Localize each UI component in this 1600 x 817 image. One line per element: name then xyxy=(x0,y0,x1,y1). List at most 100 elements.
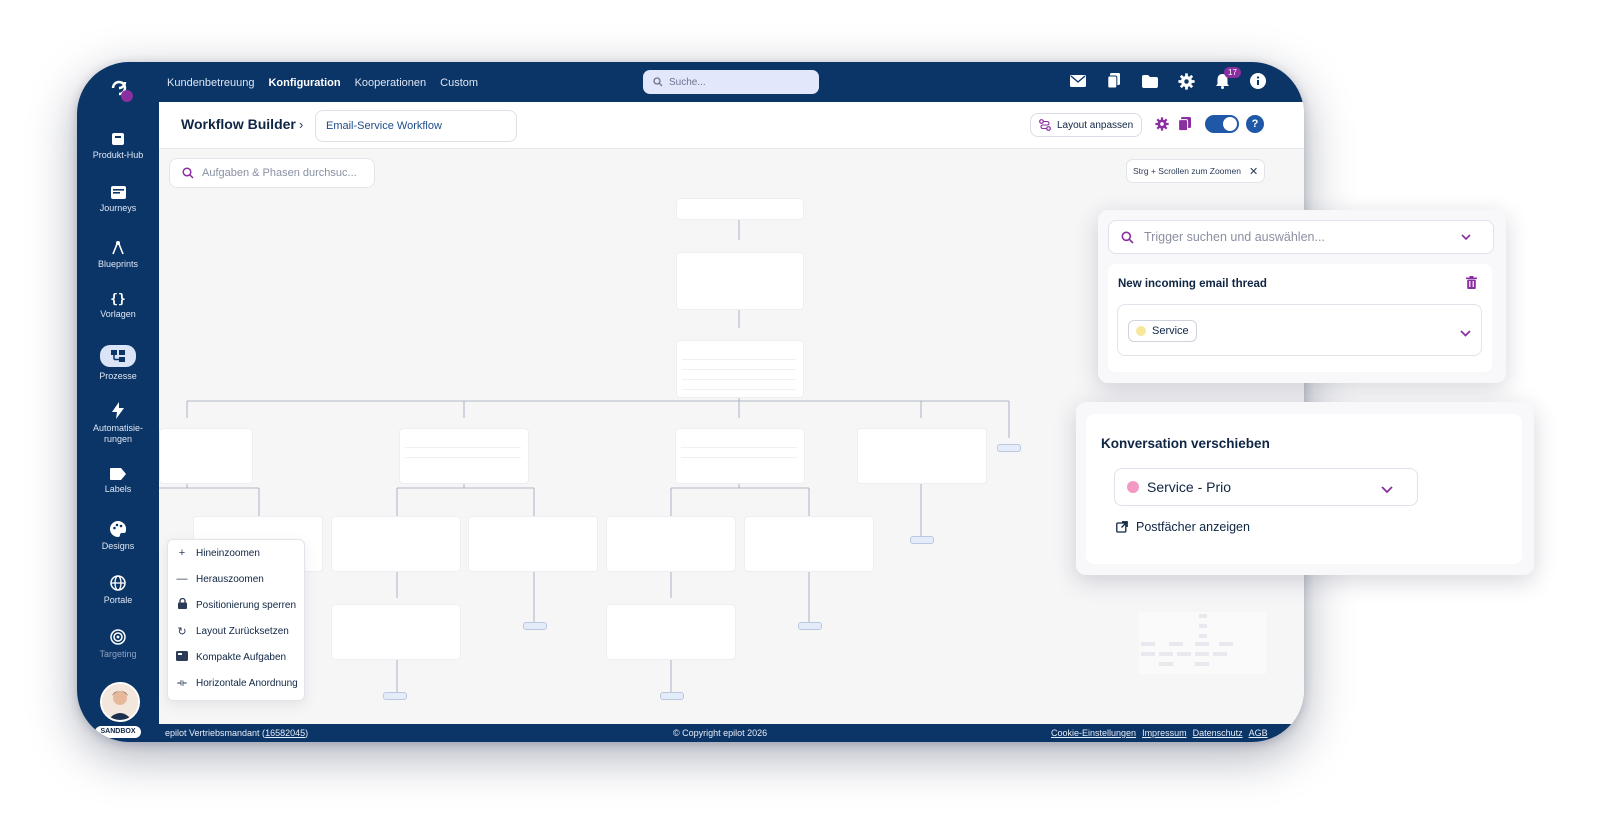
workflow-settings-icon[interactable] xyxy=(1155,117,1169,136)
zoom-hint-text: Strg + Scrollen zum Zoomen xyxy=(1133,166,1241,176)
workflow-active-toggle[interactable] xyxy=(1205,115,1239,133)
target-icon xyxy=(77,629,159,645)
palette-icon xyxy=(77,521,159,537)
label-icon xyxy=(77,468,159,480)
braces-icon: {} xyxy=(110,292,126,307)
sidebar-item-vorlagen[interactable]: {} Vorlagen xyxy=(77,292,159,320)
minus-icon: — xyxy=(176,573,188,585)
workflow-node[interactable] xyxy=(468,516,598,572)
show-mailboxes-link[interactable]: Postfächer anzeigen xyxy=(1116,520,1250,534)
page-title: Workflow Builder xyxy=(181,116,296,132)
menu-label: Hineinzoomen xyxy=(196,547,260,559)
tenant-text-end: ) xyxy=(305,728,309,738)
close-icon[interactable]: ✕ xyxy=(1249,165,1258,178)
trigger-title: New incoming email thread xyxy=(1118,278,1267,290)
workflow-node[interactable] xyxy=(675,428,805,484)
workflow-node[interactable] xyxy=(857,428,987,484)
agb-link[interactable]: AGB xyxy=(1249,728,1268,738)
sandbox-badge: SANDBOX xyxy=(95,726,141,738)
workflow-node[interactable] xyxy=(159,428,253,484)
sidebar-item-portale[interactable]: Portale xyxy=(77,575,159,606)
layout-adjust-button[interactable]: Layout anpassen xyxy=(1030,113,1143,137)
copy-icon[interactable] xyxy=(1105,72,1123,90)
globe-icon xyxy=(77,575,159,591)
global-search-input[interactable]: Suche... xyxy=(643,70,819,94)
reset-layout-menu-item[interactable]: ↻ Layout Zurücksetzen xyxy=(168,618,304,644)
workflow-node[interactable] xyxy=(676,198,804,220)
trigger-search-input[interactable]: Trigger suchen und auswählen... xyxy=(1108,220,1494,254)
workflow-node[interactable] xyxy=(744,516,874,572)
sidebar-item-produkt-hub[interactable]: Produkt-Hub xyxy=(77,132,159,161)
tenant-id-link[interactable]: 16582045 xyxy=(265,728,305,738)
info-icon[interactable] xyxy=(1249,72,1267,90)
help-icon[interactable]: ? xyxy=(1246,115,1264,133)
workflow-node[interactable] xyxy=(676,340,804,398)
global-search-placeholder: Suche... xyxy=(669,76,706,88)
menu-label: Horizontale Anordnung xyxy=(196,677,298,689)
tenant-text: epilot Vertriebsmandant ( xyxy=(165,728,266,738)
top-icons: 17 xyxy=(1069,67,1267,90)
workflow-node[interactable] xyxy=(331,516,461,572)
sidebar-item-designs[interactable]: Designs xyxy=(77,521,159,552)
workflow-node[interactable] xyxy=(676,252,804,310)
sidebar-label: Prozesse xyxy=(99,371,137,381)
compact-tasks-menu-item[interactable]: Kompakte Aufgaben xyxy=(168,644,304,670)
mailbox-select[interactable]: Service xyxy=(1117,304,1482,356)
horizontal-layout-menu-item[interactable]: ⟛ Horizontale Anordnung xyxy=(168,670,304,696)
mailbox-chip[interactable]: Service xyxy=(1128,320,1197,342)
gear-icon[interactable] xyxy=(1177,72,1195,90)
end-node xyxy=(997,444,1021,452)
zoom-hint: Strg + Scrollen zum Zoomen ✕ xyxy=(1126,159,1266,183)
target-mailbox-select[interactable]: Service - Prio xyxy=(1114,468,1418,506)
impressum-link[interactable]: Impressum xyxy=(1142,728,1187,738)
lock-icon xyxy=(176,597,188,612)
sidebar-item-automatisierungen[interactable]: Automatisie- rungen xyxy=(77,402,159,445)
sidebar-item-blueprints[interactable]: Blueprints xyxy=(77,240,159,270)
show-mailboxes-label: Postfächer anzeigen xyxy=(1136,520,1250,534)
search-icon xyxy=(653,77,663,87)
trash-icon[interactable] xyxy=(1466,276,1477,294)
sidebar-label: Targeting xyxy=(99,649,137,659)
sidebar: Produkt-Hub Journeys Blueprints {} Vorla… xyxy=(77,102,159,742)
sidebar-label: Labels xyxy=(104,484,132,494)
nav-custom[interactable]: Custom xyxy=(440,77,478,89)
sidebar-label: Vorlagen xyxy=(100,309,136,319)
epilot-logo[interactable] xyxy=(105,74,135,104)
target-mailbox-label: Service - Prio xyxy=(1147,479,1232,495)
minimap[interactable] xyxy=(1139,612,1266,674)
tenant-info: epilot Vertriebsmandant (16582045) xyxy=(165,728,308,738)
sidebar-item-journeys[interactable]: Journeys xyxy=(77,186,159,214)
trigger-card: New incoming email thread Service xyxy=(1108,264,1492,372)
sidebar-item-targeting[interactable]: Targeting xyxy=(77,629,159,660)
lock-position-menu-item[interactable]: Positionierung sperren xyxy=(168,592,304,618)
workflow-node[interactable] xyxy=(606,516,736,572)
nav-kundenbetreuung[interactable]: Kundenbetreuung xyxy=(167,77,254,89)
box-icon xyxy=(77,132,159,146)
sidebar-item-prozesse[interactable]: Prozesse xyxy=(77,345,159,382)
chevron-down-icon xyxy=(1461,234,1471,240)
nav-kooperationen[interactable]: Kooperationen xyxy=(355,77,427,89)
nav-konfiguration[interactable]: Konfiguration xyxy=(268,77,340,89)
workflow-node[interactable] xyxy=(331,604,461,660)
bell-icon[interactable]: 17 xyxy=(1213,67,1241,90)
chevron-down-icon xyxy=(1460,324,1471,342)
bolt-icon xyxy=(77,402,159,419)
sidebar-label: Automatisie- xyxy=(92,423,144,433)
search-icon xyxy=(1121,231,1134,244)
sidebar-item-labels[interactable]: Labels xyxy=(77,468,159,495)
workflow-name-input[interactable]: Email-Service Workflow xyxy=(315,110,517,142)
folder-icon[interactable] xyxy=(1141,72,1159,90)
duplicate-icon[interactable] xyxy=(1178,117,1191,136)
menu-label: Kompakte Aufgaben xyxy=(196,651,287,663)
workflow-node[interactable] xyxy=(399,428,529,484)
workflow-node[interactable] xyxy=(606,604,736,660)
zoom-in-menu-item[interactable]: + Hineinzoomen xyxy=(168,540,304,566)
trigger-panel: Trigger suchen und auswählen... New inco… xyxy=(1098,210,1506,383)
mail-icon[interactable] xyxy=(1069,72,1087,90)
zoom-out-menu-item[interactable]: — Herauszoomen xyxy=(168,566,304,592)
cookie-settings-link[interactable]: Cookie-Einstellungen xyxy=(1051,728,1136,738)
datenschutz-link[interactable]: Datenschutz xyxy=(1193,728,1243,738)
horizontal-arrange-icon: ⟛ xyxy=(177,676,187,689)
avatar[interactable] xyxy=(100,682,140,722)
journey-icon xyxy=(77,186,159,199)
